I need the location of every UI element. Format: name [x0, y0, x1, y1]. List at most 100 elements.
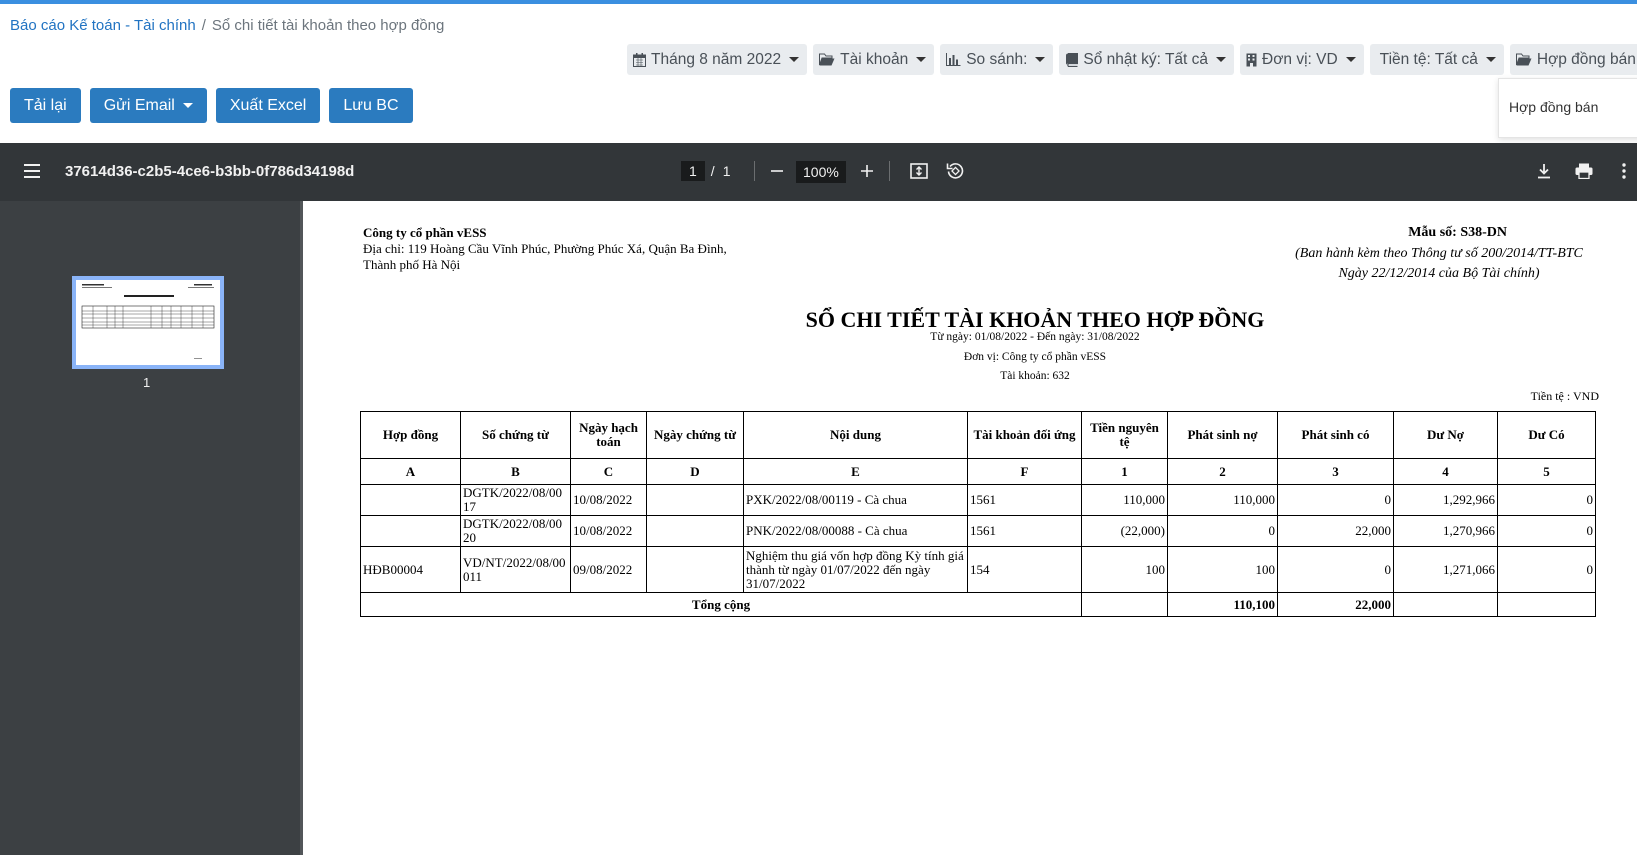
original-amount-cell: 100	[1081, 546, 1168, 593]
voucher-number-cell: VD/NT/2022/08/00011	[460, 546, 571, 593]
action-toolbar: Tải lại Gửi Email Xuất Excel Lưu BC	[10, 88, 413, 123]
index-cell: 2	[1167, 458, 1278, 485]
download-icon[interactable]	[1532, 159, 1556, 183]
contract-cell	[360, 484, 461, 516]
index-cell: 4	[1393, 458, 1498, 485]
debit-balance-cell: 1,271,066	[1393, 546, 1498, 593]
contract-cell	[360, 515, 461, 547]
account-filter[interactable]: Tài khoản	[813, 44, 935, 75]
menu-icon[interactable]	[24, 164, 40, 178]
toolbar-divider	[889, 161, 890, 181]
export-excel-button[interactable]: Xuất Excel	[215, 88, 321, 123]
posting-date-cell: 10/08/2022	[570, 515, 647, 547]
index-cell: E	[743, 458, 968, 485]
column-header: Ngày chứng từ	[646, 411, 744, 459]
calendar-icon	[633, 52, 646, 67]
contract-dropdown-menu: Hợp đồng bán	[1498, 78, 1637, 138]
form-note-line-2: Ngày 22/12/2014 của Bộ Tài chính)	[1338, 266, 1540, 281]
save-report-button[interactable]: Lưu BC	[329, 88, 413, 123]
debit-cell: 100	[1167, 546, 1278, 593]
reload-button[interactable]: Tải lại	[10, 88, 81, 123]
description-cell: PNK/2022/08/00088 - Cà chua	[743, 515, 968, 547]
filter-bar: Tháng 8 năm 2022 Tài khoản So sánh: Sổ n…	[627, 44, 1637, 75]
send-email-button[interactable]: Gửi Email	[89, 88, 207, 123]
table-row: DGTK/2022/08/0017 10/08/2022 PXK/2022/08…	[360, 484, 1596, 516]
description-cell: PXK/2022/08/00119 - Cà chua	[743, 484, 968, 516]
pdf-toolbar: 37614d36-c2b5-4ce6-b3bb-0f786d34198d 1 /…	[0, 143, 1637, 201]
credit-balance-cell: 0	[1497, 515, 1596, 547]
credit-cell: 0	[1277, 484, 1394, 516]
total-debit-cell: 110,100	[1167, 592, 1278, 617]
chevron-down-icon	[182, 103, 193, 108]
form-note-line-1: (Ban hành kèm theo Thông tư số 200/2014/…	[1295, 246, 1583, 261]
top-accent-bar	[0, 0, 1637, 4]
compare-filter[interactable]: So sánh:	[940, 44, 1054, 75]
zoom-in-icon[interactable]	[855, 159, 879, 183]
print-icon[interactable]	[1572, 159, 1596, 183]
column-header: Tiền nguyên tệ	[1081, 411, 1168, 459]
voucher-number-cell: DGTK/2022/08/0020	[460, 515, 571, 547]
table-total-row: Tổng cộng 110,100 22,000	[360, 592, 1596, 617]
total-label-cell: Tổng cộng	[360, 592, 1082, 617]
rotate-icon[interactable]	[943, 159, 967, 183]
breadcrumb: Báo cáo Kế toán - Tài chính / Sổ chi tiết …	[10, 17, 444, 34]
column-header: Phát sinh nợ	[1167, 411, 1278, 459]
company-name: Công ty cổ phần vESS	[363, 225, 487, 240]
table-header-row: Hợp đồng Số chứng từ Ngày hạch toán Ngày…	[360, 411, 1596, 459]
zoom-level[interactable]: 100%	[796, 161, 846, 183]
credit-cell: 22,000	[1277, 515, 1394, 547]
contract-dropdown-option[interactable]: Hợp đồng bán	[1509, 99, 1598, 115]
breadcrumb-separator: /	[201, 17, 206, 34]
chevron-down-icon	[1035, 57, 1046, 62]
pdf-page: Công ty cổ phần vESS Địa chỉ: 119 Hoàng …	[303, 201, 1637, 855]
index-cell: 3	[1277, 458, 1394, 485]
voucher-date-cell	[646, 515, 744, 547]
contra-account-cell: 1561	[967, 484, 1082, 516]
thumbnail-page-number: 1	[143, 375, 151, 390]
folder-open-icon	[1515, 53, 1532, 66]
chevron-down-icon	[916, 57, 927, 62]
compare-filter-label: So sánh:	[966, 50, 1028, 68]
chevron-down-icon	[789, 57, 800, 62]
index-cell: C	[570, 458, 647, 485]
original-amount-cell: (22,000)	[1081, 515, 1168, 547]
bar-chart-icon	[946, 53, 961, 66]
column-header: Dư Nợ	[1393, 411, 1498, 459]
send-email-label: Gửi Email	[103, 96, 175, 114]
page-separator: /	[710, 163, 715, 179]
original-amount-cell: 110,000	[1081, 484, 1168, 516]
credit-balance-cell: 0	[1497, 546, 1596, 593]
document-title: 37614d36-c2b5-4ce6-b3bb-0f786d34198d	[65, 163, 355, 180]
credit-cell: 0	[1277, 546, 1394, 593]
period-filter-label: Tháng 8 năm 2022	[651, 50, 782, 68]
unit-filter-label: Đơn vị: VD	[1262, 50, 1338, 68]
report-title: SỔ CHI TIẾT TÀI KHOẢN THEO HỢP ĐỒNG	[805, 307, 1265, 332]
report-date-range: Từ ngày: 01/08/2022 - Đến ngày: 31/08/20…	[930, 331, 1140, 343]
column-header: Nội dung	[743, 411, 968, 459]
contract-filter[interactable]: Hợp đồng bán	[1509, 44, 1637, 75]
book-icon	[1065, 52, 1079, 67]
currency-filter-label: Tiền tệ: Tất cả	[1379, 50, 1478, 68]
contract-cell: HĐB00004	[360, 546, 461, 593]
zoom-out-icon[interactable]	[765, 159, 789, 183]
page-number-input[interactable]: 1	[681, 161, 705, 181]
period-filter[interactable]: Tháng 8 năm 2022	[627, 44, 808, 75]
voucher-number-cell: DGTK/2022/08/0017	[460, 484, 571, 516]
total-credit-balance-cell	[1497, 592, 1596, 617]
currency-filter[interactable]: Tiền tệ: Tất cả	[1369, 44, 1504, 75]
form-number: Mẫu số: S38-DN	[1408, 225, 1507, 240]
folder-open-icon	[819, 53, 835, 66]
journal-filter[interactable]: Sổ nhật ký: Tất cả	[1059, 44, 1235, 75]
credit-balance-cell: 0	[1497, 484, 1596, 516]
voucher-date-cell	[646, 484, 744, 516]
chevron-down-icon	[1485, 57, 1496, 62]
more-options-icon[interactable]	[1612, 159, 1636, 183]
breadcrumb-parent-link[interactable]: Báo cáo Kế toán - Tài chính	[10, 17, 196, 34]
page-thumbnail[interactable]	[72, 276, 224, 369]
report-unit: Đơn vị: Công ty cổ phần vESS	[963, 351, 1107, 363]
breadcrumb-current: Sổ chi tiết tài khoản theo hợp đồng	[211, 17, 445, 34]
unit-filter[interactable]: Đơn vị: VD	[1240, 44, 1364, 75]
index-cell: A	[360, 458, 461, 485]
fit-page-icon[interactable]	[907, 159, 931, 183]
total-original-amount-cell	[1081, 592, 1168, 617]
